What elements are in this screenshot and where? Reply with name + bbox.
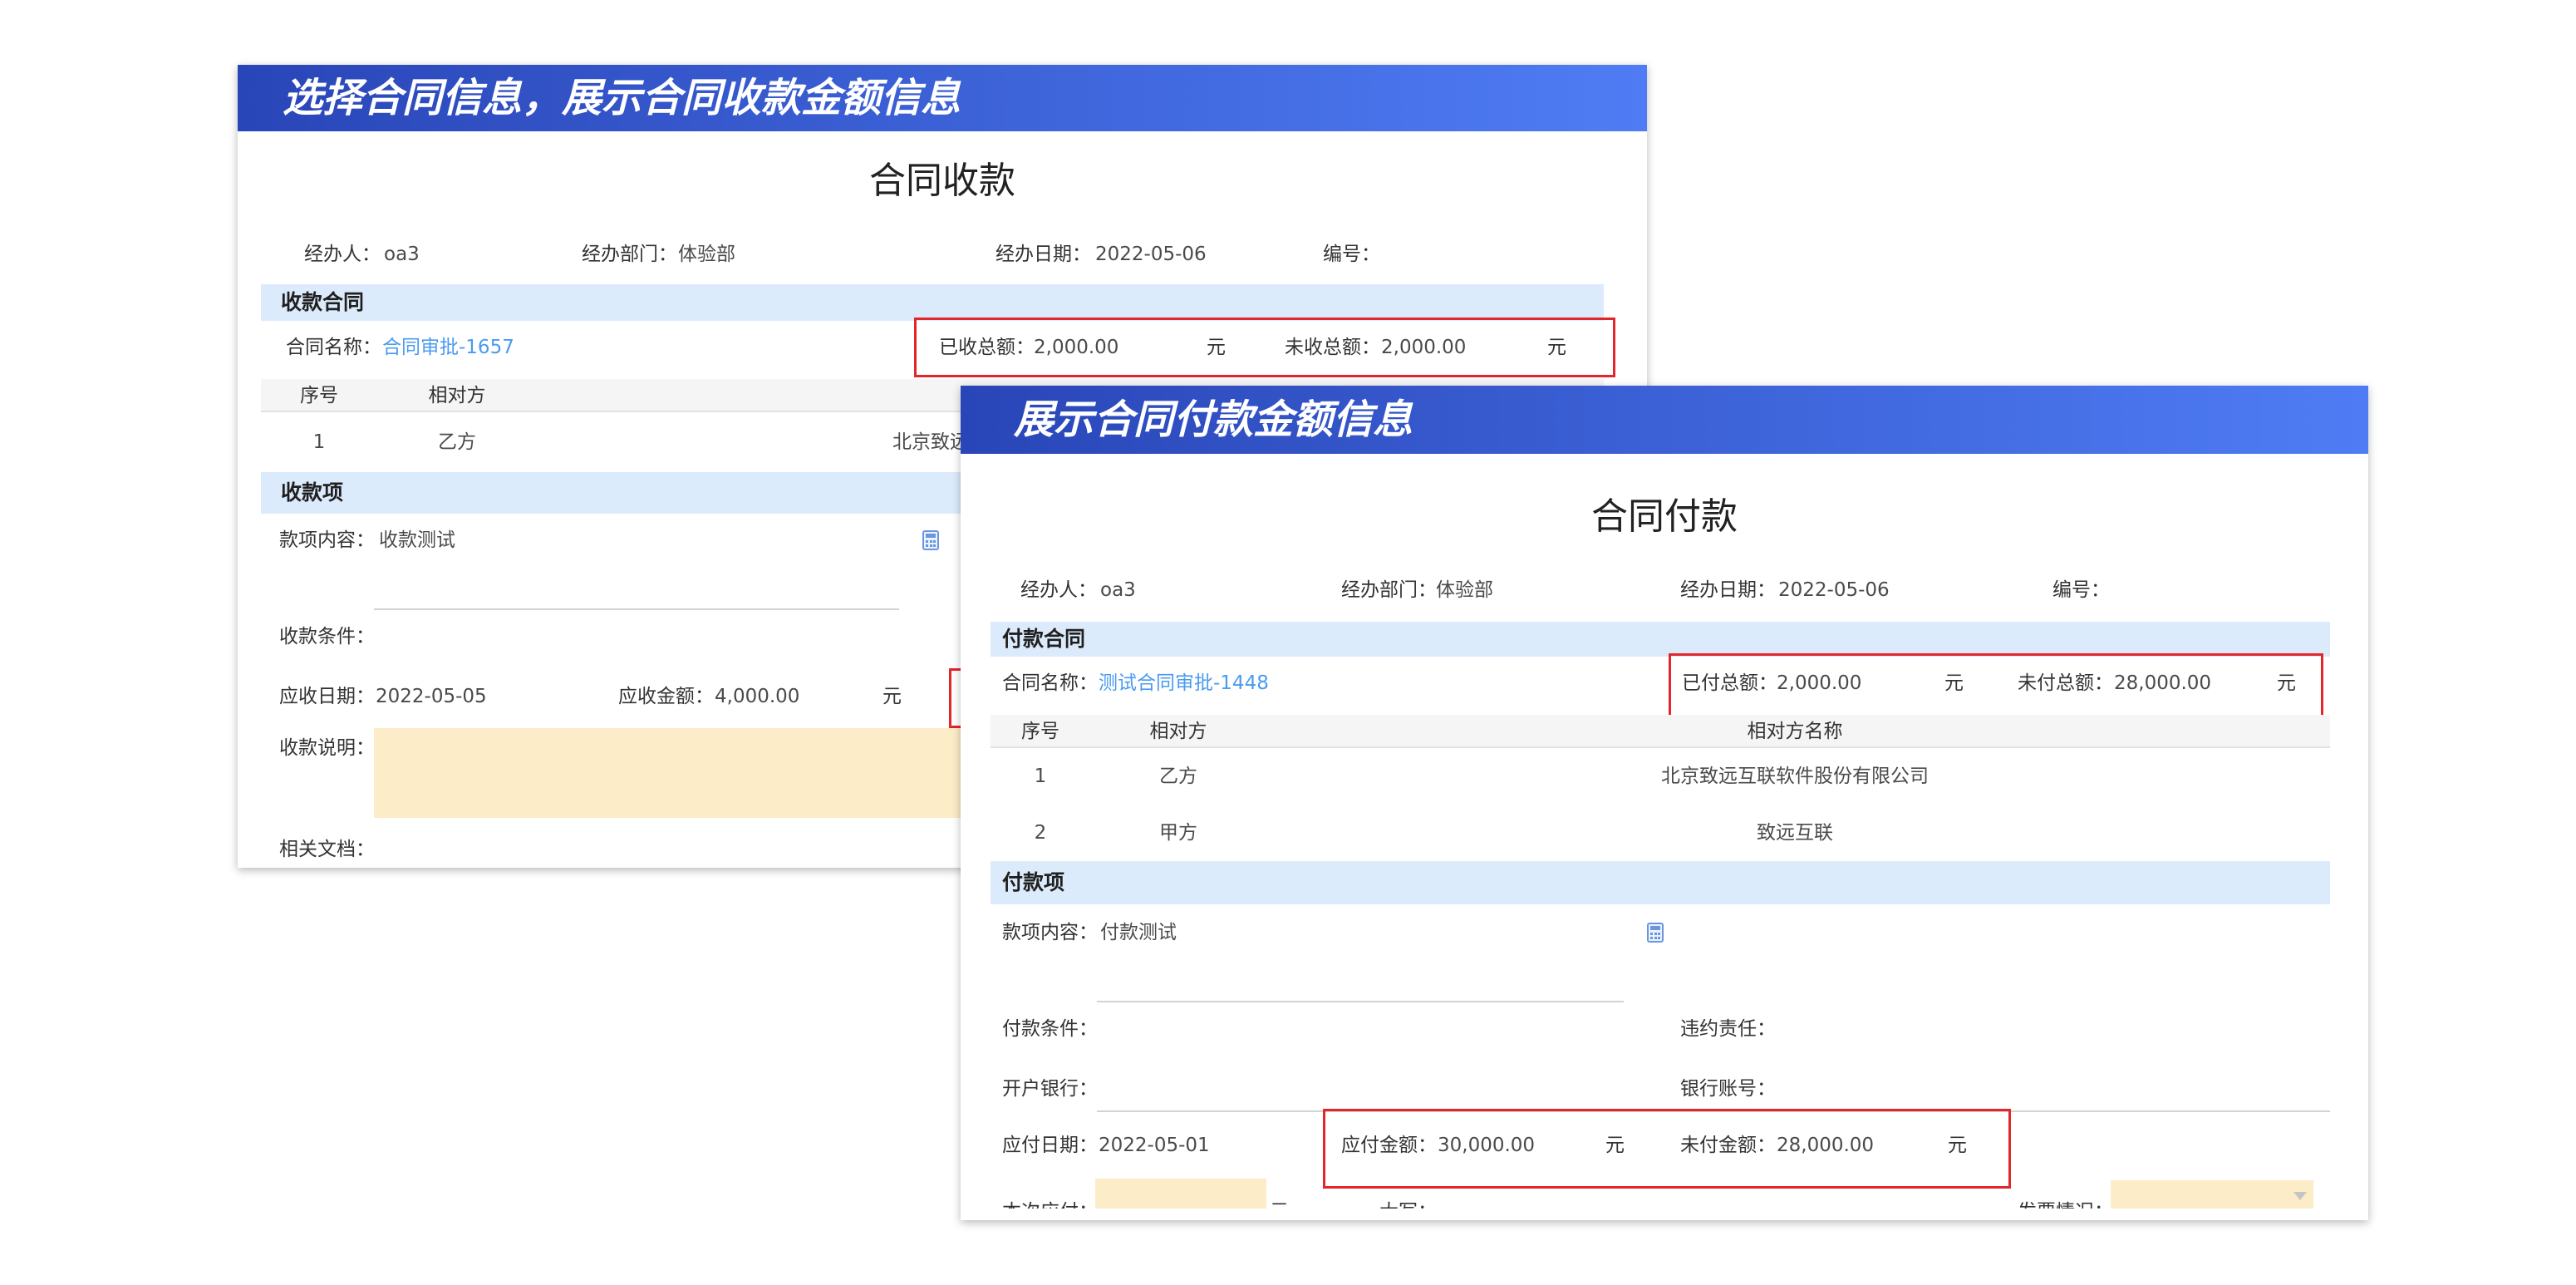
- dept-value: 体验部: [1436, 579, 1493, 601]
- table-header-index: 序号: [1021, 721, 1059, 742]
- item-condition-label: 付款条件：: [1002, 1018, 1098, 1040]
- account-label: 银行账号：: [1680, 1078, 1776, 1100]
- date-value: 2022-05-06: [1778, 579, 1890, 601]
- table-row-party: 甲方: [1159, 822, 1197, 844]
- amount-label: 应收金额：: [618, 686, 714, 707]
- current-payable-unit: 元: [1270, 1199, 1289, 1209]
- current-payable-input[interactable]: [1095, 1179, 1266, 1209]
- docs-label: 相关文档：: [279, 839, 375, 860]
- amount-value[interactable]: 4,000.00: [715, 684, 799, 709]
- invoice-status-label: 发票情况：: [2018, 1199, 2113, 1209]
- paid-total-unit: 元: [1944, 672, 1964, 694]
- receipt-banner-title: 选择合同信息，展示合同收款金额信息: [283, 75, 961, 121]
- table-header-index: 序号: [300, 385, 338, 406]
- date-value: 2022-05-06: [1095, 244, 1207, 265]
- section-header-payment-contract: 付款合同: [991, 622, 2330, 657]
- item-content-underline: [1097, 1001, 1624, 1002]
- unreceived-total-label: 未收总额：: [1285, 337, 1380, 358]
- payment-banner-title: 展示合同付款金额信息: [1014, 396, 1413, 443]
- current-payable-label: 本次应付：: [1002, 1199, 1098, 1209]
- calculator-icon[interactable]: [1647, 923, 1664, 943]
- due-date-value[interactable]: 2022-05-01: [1099, 1133, 1210, 1158]
- due-date-label: 应收日期：: [279, 686, 375, 707]
- section-header-payment-item: 付款项: [991, 861, 2330, 904]
- unreceived-total-unit: 元: [1547, 337, 1566, 358]
- payment-form-title: 合同付款: [1591, 495, 1738, 538]
- unpaid-amount-label: 未付金额：: [1680, 1135, 1776, 1156]
- handler-label: 经办人：: [304, 244, 381, 265]
- table-header-name: 相对方名称: [1747, 721, 1843, 742]
- table-row-index: 2: [1034, 822, 1047, 844]
- unpaid-total-unit: 元: [2277, 672, 2296, 694]
- receipt-form-title: 合同收款: [869, 160, 1015, 202]
- handler-value: oa3: [1100, 579, 1136, 601]
- note-label: 收款说明：: [279, 737, 375, 759]
- received-total-unit: 元: [1207, 337, 1226, 358]
- unpaid-total-value: 28,000.00: [2114, 672, 2212, 694]
- amount-value[interactable]: 30,000.00: [1438, 1133, 1535, 1158]
- contract-name-link[interactable]: 测试合同审批-1448: [1099, 671, 1269, 696]
- table-row-name: 北京致远互联软件股份有限公司: [1661, 766, 1929, 787]
- table-row-name: 北京致远: [892, 431, 969, 453]
- item-content-label: 款项内容：: [1002, 922, 1098, 943]
- invoice-status-select[interactable]: [2111, 1180, 2313, 1209]
- date-label: 经办日期：: [1680, 579, 1776, 601]
- paid-total-value: 2,000.00: [1777, 672, 1862, 694]
- unpaid-amount-value: 28,000.00: [1777, 1135, 1875, 1156]
- handler-label: 经办人：: [1020, 579, 1097, 601]
- received-total-label: 已收总额：: [939, 337, 1035, 358]
- amount-unit: 元: [882, 686, 902, 707]
- unreceived-total-value: 2,000.00: [1381, 337, 1467, 358]
- contract-name-label: 合同名称：: [1002, 672, 1098, 694]
- unpaid-total-label: 未付总额：: [2018, 672, 2113, 694]
- payment-form-viewport: 展示合同付款金额信息 合同付款 经办人： oa3 经办部门： 体验部 经办日期：…: [961, 386, 2368, 1209]
- handler-value: oa3: [384, 244, 420, 265]
- section-header-receipt-contract: 收款合同: [261, 284, 1604, 321]
- chevron-down-icon: [2293, 1192, 2307, 1200]
- item-content-label: 款项内容：: [279, 529, 375, 551]
- unpaid-amount-unit: 元: [1948, 1135, 1967, 1156]
- item-condition-label: 收款条件：: [279, 626, 375, 647]
- bank-label: 开户银行：: [1002, 1078, 1098, 1100]
- dept-value: 体验部: [678, 244, 735, 265]
- receipt-banner: 选择合同信息，展示合同收款金额信息: [238, 65, 1647, 131]
- number-label: 编号：: [2052, 579, 2110, 601]
- uppercase-amount-label: 大写：: [1379, 1199, 1437, 1209]
- dept-label: 经办部门：: [582, 244, 677, 265]
- number-label: 编号：: [1323, 244, 1380, 265]
- amount-unit: 元: [1605, 1135, 1625, 1156]
- item-content-underline: [374, 608, 899, 610]
- due-date-label: 应付日期：: [1002, 1135, 1098, 1156]
- payment-form-card: 展示合同付款金额信息 合同付款 经办人： oa3 经办部门： 体验部 经办日期：…: [961, 386, 2368, 1220]
- table-row-index: 1: [312, 431, 326, 453]
- payment-banner: 展示合同付款金额信息: [961, 386, 2368, 454]
- table-row-party: 乙方: [1159, 766, 1197, 787]
- table-row-party: 乙方: [438, 431, 476, 453]
- amount-label: 应付金额：: [1341, 1135, 1437, 1156]
- table-row-name: 致远互联: [1757, 822, 1833, 844]
- contract-name-label: 合同名称：: [286, 337, 381, 358]
- table-header-party: 相对方: [1149, 721, 1207, 742]
- table-header-party: 相对方: [428, 385, 486, 406]
- received-total-value: 2,000.00: [1034, 337, 1119, 358]
- item-content-field[interactable]: 付款测试: [1100, 920, 1177, 945]
- item-content-field[interactable]: 收款测试: [379, 528, 455, 553]
- breach-label: 违约责任：: [1680, 1018, 1776, 1040]
- due-date-value[interactable]: 2022-05-05: [376, 684, 487, 709]
- calculator-icon[interactable]: [922, 530, 939, 550]
- date-label: 经办日期：: [995, 244, 1091, 265]
- contract-name-link[interactable]: 合同审批-1657: [382, 335, 514, 360]
- table-row-index: 1: [1034, 766, 1047, 787]
- paid-total-label: 已付总额：: [1682, 672, 1777, 694]
- dept-label: 经办部门：: [1341, 579, 1437, 601]
